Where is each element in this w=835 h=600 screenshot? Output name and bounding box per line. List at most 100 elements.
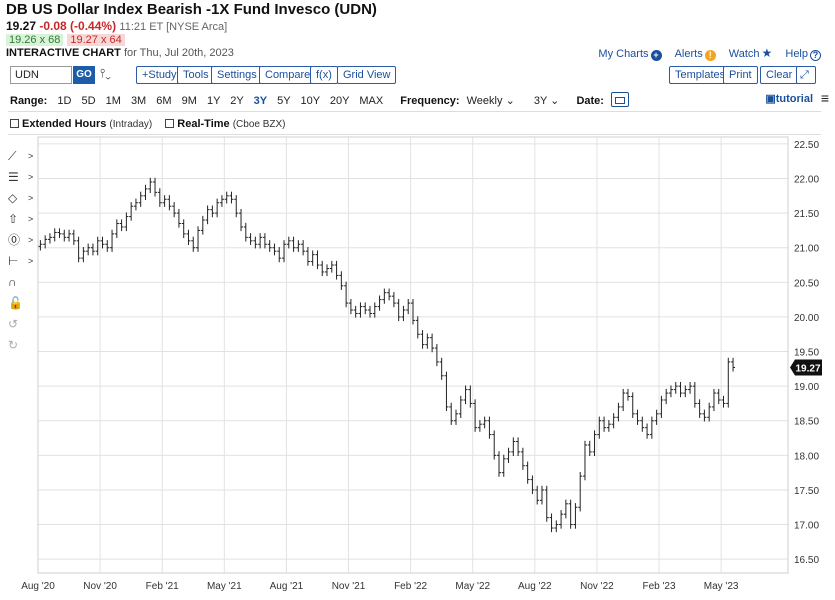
ohlc-bar bbox=[358, 302, 363, 318]
plot-border bbox=[37, 136, 789, 574]
ohlc-bar bbox=[377, 295, 382, 311]
x-tick-label: Aug '21 bbox=[270, 581, 304, 592]
ohlc-bar bbox=[234, 195, 239, 218]
ohlc-bar bbox=[143, 184, 148, 200]
ohlc-bar bbox=[731, 357, 736, 372]
ohlc-bar bbox=[100, 236, 105, 249]
grid-lines bbox=[37, 137, 788, 573]
ohlc-bar bbox=[305, 247, 310, 266]
ohlc-bar bbox=[711, 388, 716, 412]
ohlc-bar bbox=[468, 385, 473, 408]
ohlc-bar bbox=[205, 205, 210, 225]
ohlc-bar bbox=[411, 298, 415, 325]
ohlc-bar bbox=[282, 240, 287, 263]
ohlc-bar bbox=[487, 416, 492, 439]
ohlc-bar bbox=[81, 247, 86, 263]
y-tick-label: 21.50 bbox=[794, 209, 819, 220]
ohlc-bar bbox=[535, 485, 540, 505]
ohlc-bar bbox=[119, 219, 124, 232]
ohlc-bar bbox=[554, 520, 559, 533]
ohlc-bar bbox=[463, 385, 468, 405]
ohlc-bar bbox=[153, 177, 158, 197]
ohlc-bar bbox=[602, 416, 607, 432]
y-tick-label: 17.50 bbox=[794, 486, 819, 497]
ohlc-bar bbox=[406, 298, 411, 315]
ohlc-bar bbox=[258, 233, 263, 249]
ohlc-bar bbox=[176, 208, 181, 228]
ohlc-bar bbox=[516, 437, 521, 457]
ohlc-bar bbox=[296, 240, 301, 252]
ohlc-bar bbox=[243, 222, 248, 242]
ohlc-bar bbox=[415, 316, 420, 339]
ohlc-bar bbox=[401, 305, 406, 322]
ohlc-bar bbox=[630, 392, 635, 418]
ohlc-bar bbox=[621, 388, 626, 412]
ohlc-bar bbox=[248, 233, 253, 245]
ohlc-bar bbox=[582, 440, 587, 481]
ohlc-bar bbox=[439, 357, 444, 380]
ohlc-bar bbox=[219, 195, 224, 207]
ohlc-bar bbox=[434, 343, 439, 367]
ohlc-bar bbox=[501, 454, 506, 477]
ohlc-bar bbox=[200, 215, 205, 235]
ohlc-bar bbox=[587, 440, 592, 457]
ohlc-bar bbox=[716, 388, 721, 405]
x-tick-label: May '21 bbox=[207, 581, 242, 592]
ohlc-bar bbox=[659, 395, 664, 418]
ohlc-bar bbox=[688, 381, 693, 394]
ohlc-bar bbox=[473, 399, 478, 432]
ohlc-bar bbox=[664, 388, 669, 405]
ohlc-bar bbox=[444, 371, 449, 412]
y-tick-label: 19.00 bbox=[794, 382, 819, 393]
y-tick-label: 20.50 bbox=[794, 278, 819, 289]
ohlc-bar bbox=[549, 513, 554, 533]
ohlc-bar bbox=[649, 416, 654, 439]
ohlc-bar bbox=[348, 298, 353, 315]
ohlc-bar bbox=[363, 302, 368, 315]
price-chart[interactable]: 22.50 22.00 21.50 21.00 20.50 20.00 19.50 19.00… bbox=[0, 0, 835, 600]
x-tick-label: May '22 bbox=[455, 581, 490, 592]
last-price-label: 19.27 bbox=[795, 363, 820, 374]
ohlc-bar bbox=[597, 416, 602, 439]
x-tick-label: Nov '22 bbox=[580, 581, 614, 592]
ohlc-bar bbox=[71, 229, 76, 245]
ohlc-bar bbox=[477, 420, 482, 432]
ohlc-bar bbox=[530, 475, 535, 495]
ohlc-bar bbox=[539, 485, 544, 505]
ohlc-bar bbox=[387, 288, 392, 301]
ohlc-bar bbox=[272, 243, 277, 256]
ohlc-bar bbox=[181, 219, 186, 239]
ohlc-bar bbox=[697, 399, 702, 418]
ohlc-bar bbox=[215, 198, 220, 218]
ohlc-bar bbox=[396, 298, 401, 322]
x-tick-label: May '23 bbox=[704, 581, 739, 592]
y-tick-label: 17.00 bbox=[794, 521, 819, 532]
ohlc-bar bbox=[62, 229, 67, 242]
ohlc-bar bbox=[310, 250, 315, 266]
ohlc-bar bbox=[578, 471, 583, 512]
ohlc-bar bbox=[645, 423, 650, 439]
x-tick-label: Feb '21 bbox=[146, 581, 179, 592]
ohlc-bar bbox=[38, 240, 43, 251]
ohlc-bar bbox=[721, 395, 726, 408]
ohlc-bar bbox=[191, 236, 196, 252]
ohlc-bar bbox=[43, 235, 48, 249]
ohlc-bar bbox=[458, 395, 463, 418]
ohlc-bar bbox=[683, 385, 688, 398]
y-tick-label: 22.00 bbox=[794, 175, 819, 186]
ohlc-bar bbox=[47, 233, 52, 244]
ohlc-bar bbox=[707, 402, 712, 422]
x-tick-label: Aug '20 bbox=[21, 581, 55, 592]
ohlc-bar bbox=[668, 385, 673, 398]
ohlc-bar bbox=[449, 402, 454, 425]
ohlc-bar bbox=[368, 305, 373, 318]
ohlc-bar bbox=[678, 381, 683, 398]
ohlc-bar bbox=[95, 236, 100, 256]
ohlc-bar bbox=[640, 416, 645, 432]
ohlc-bar bbox=[124, 212, 129, 232]
ohlc-bar bbox=[382, 288, 387, 304]
ohlc-bar bbox=[320, 260, 325, 277]
ohlc-bar bbox=[482, 416, 487, 429]
ohlc-bar bbox=[592, 430, 597, 457]
ohlc-bar bbox=[344, 281, 349, 308]
